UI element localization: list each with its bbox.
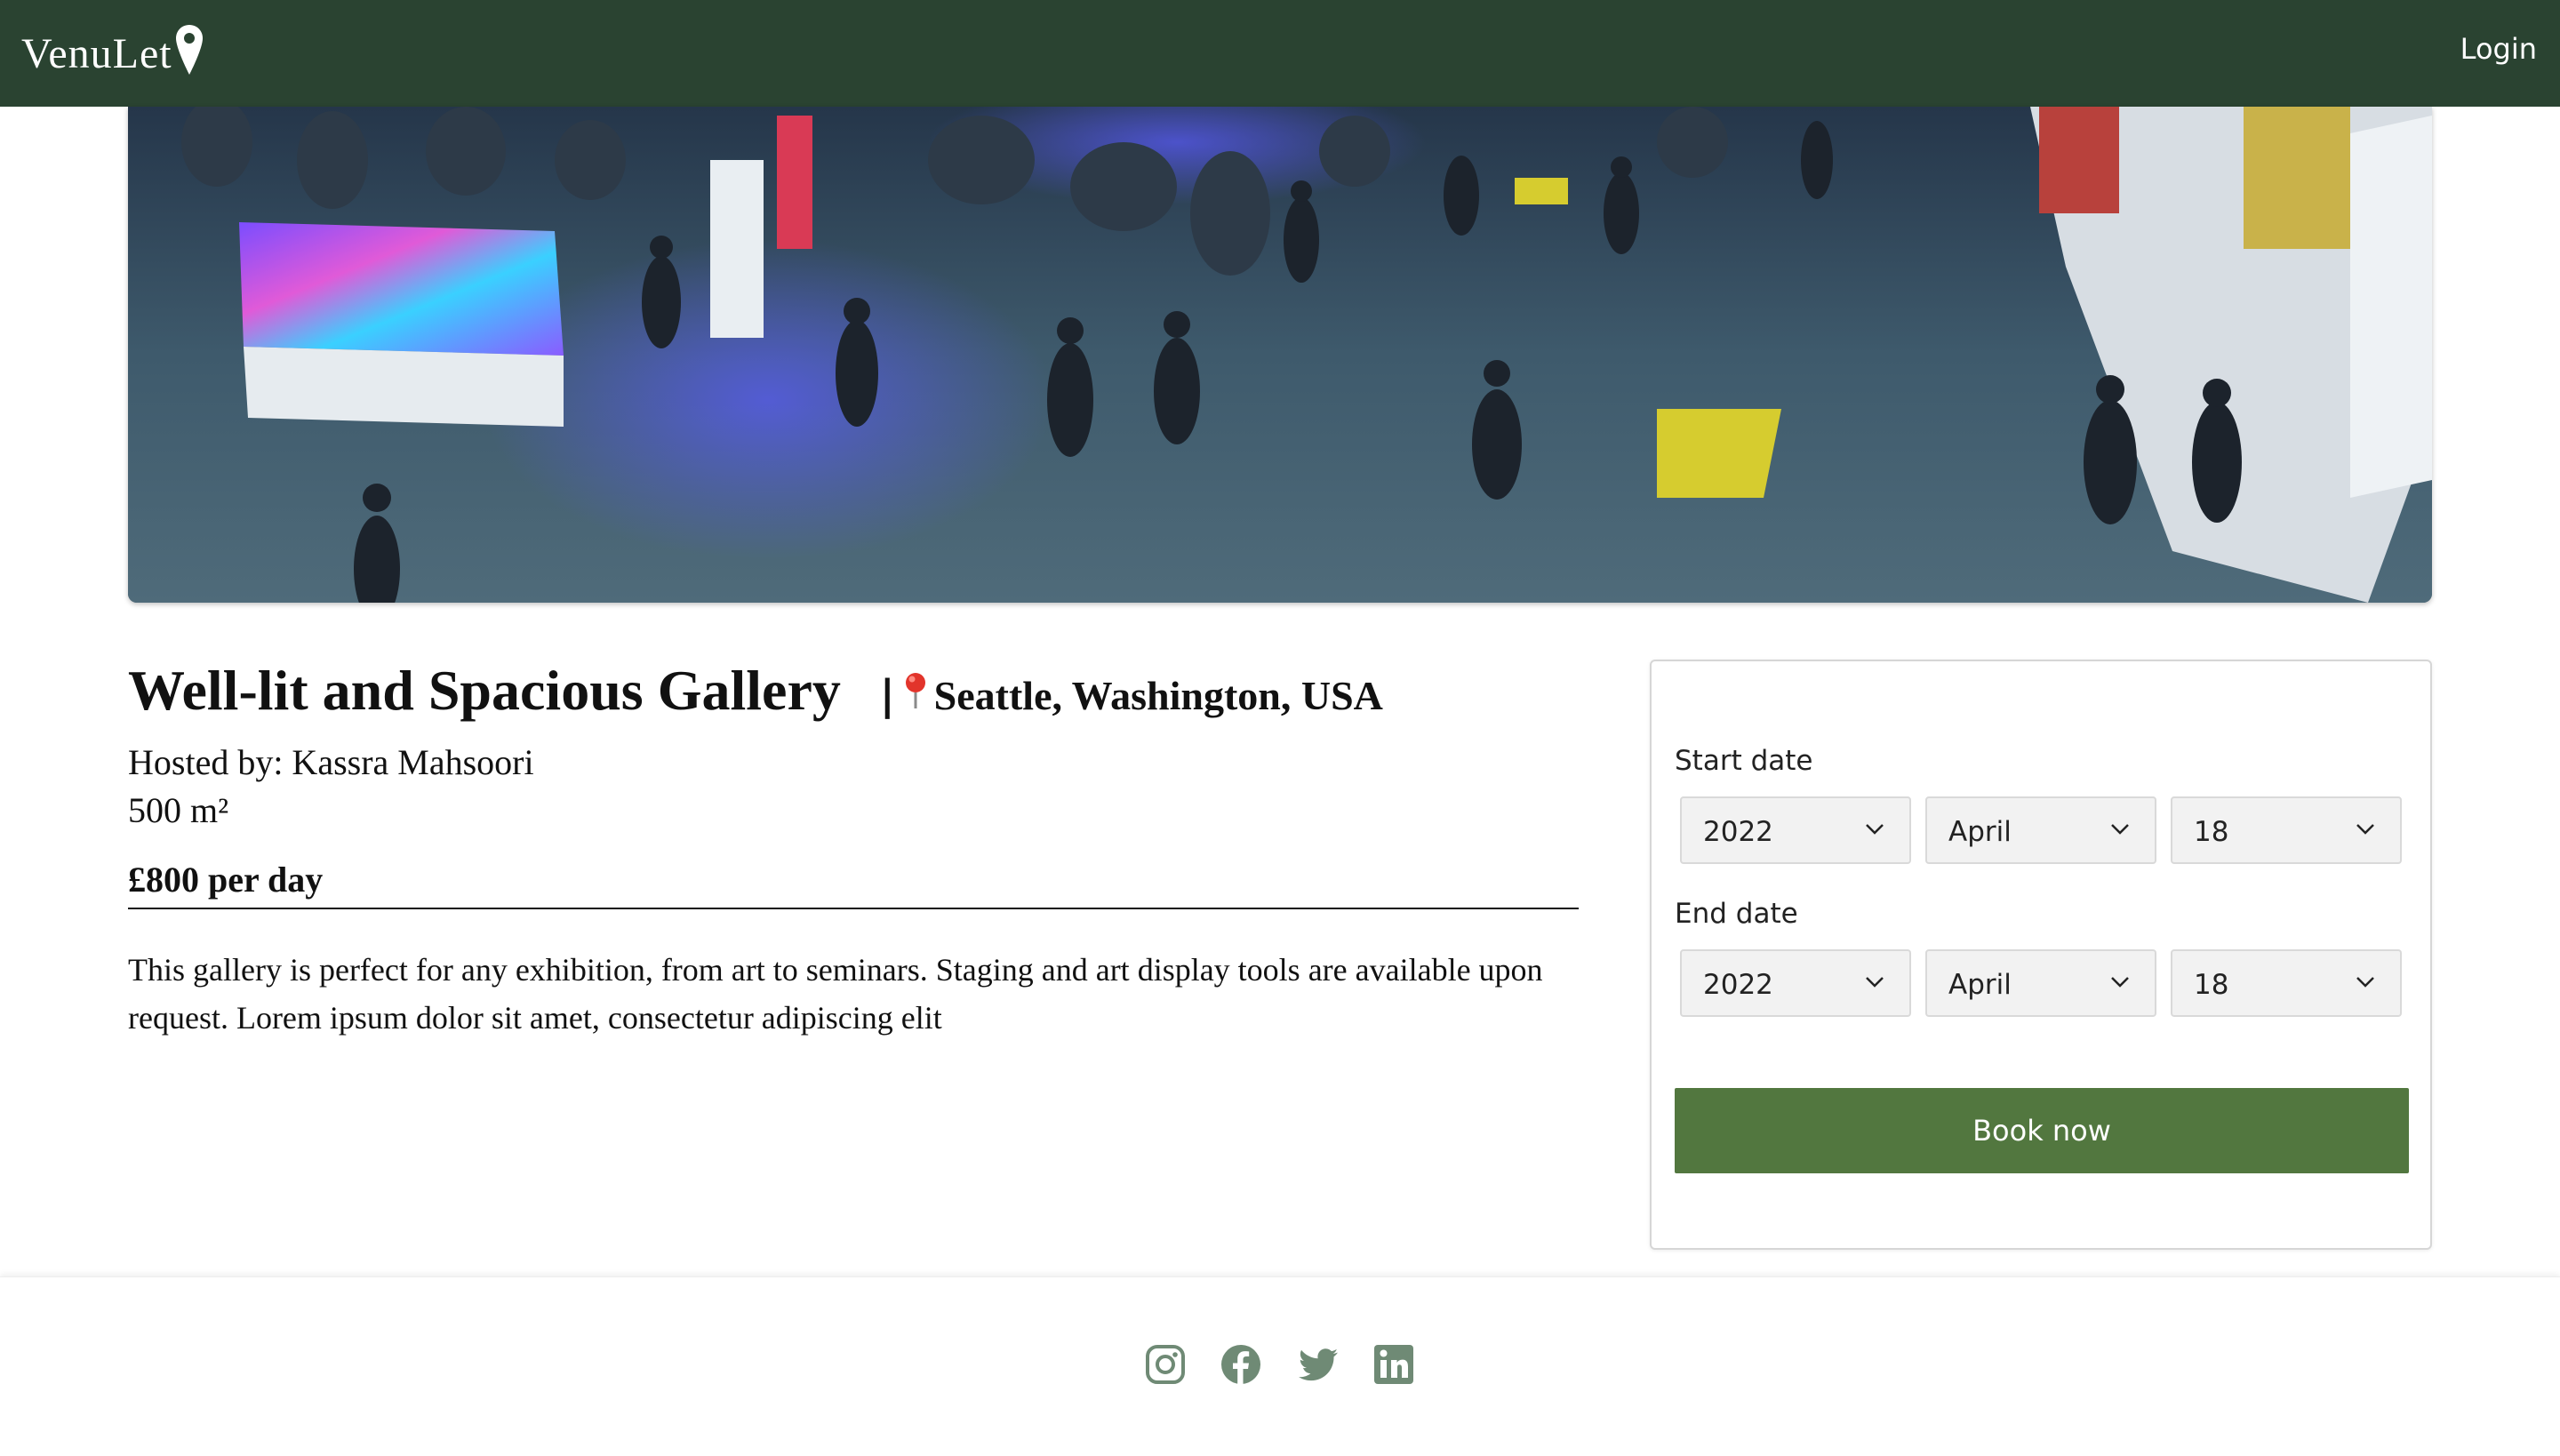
- start-year-value: 2022: [1703, 816, 1773, 848]
- venue-area: 500 m²: [128, 790, 229, 830]
- end-day-value: 18: [2194, 969, 2229, 1001]
- end-day-select[interactable]: 18: [2171, 949, 2402, 1017]
- end-date-label: End date: [1675, 898, 1798, 930]
- chevron-down-icon: [1866, 824, 1884, 835]
- divider: [128, 908, 1579, 909]
- end-year-value: 2022: [1703, 969, 1773, 1001]
- start-day-value: 18: [2194, 816, 2229, 848]
- login-link[interactable]: Login: [2460, 32, 2537, 66]
- logo-pin-icon: [175, 25, 203, 75]
- chevron-down-icon: [2111, 824, 2129, 835]
- start-year-select[interactable]: 2022: [1680, 796, 1911, 864]
- venue-description: This gallery is perfect for any exhibiti…: [128, 952, 1543, 1036]
- instagram-icon[interactable]: [1144, 1343, 1187, 1386]
- chevron-down-icon: [2111, 977, 2129, 988]
- book-now-button[interactable]: Book now: [1675, 1088, 2409, 1173]
- logo[interactable]: VenuLet: [21, 23, 204, 85]
- venue-price: £800 per day: [128, 860, 324, 900]
- end-month-select[interactable]: April: [1925, 949, 2156, 1017]
- end-month-value: April: [1948, 969, 2012, 1001]
- linkedin-icon[interactable]: [1372, 1343, 1415, 1386]
- title-separator: |: [879, 671, 895, 719]
- twitter-icon[interactable]: [1297, 1343, 1340, 1386]
- logo-text: VenuLet: [21, 30, 172, 77]
- venue-photo-illustration: [128, 107, 2432, 603]
- top-navbar: VenuLet Login: [0, 0, 2560, 107]
- start-month-value: April: [1948, 816, 2012, 848]
- venue-photo: [128, 107, 2432, 603]
- venue-host: Hosted by: Kassra Mahsoori: [128, 742, 534, 782]
- booking-card: Start date 2022 April 18 End date 2022 A…: [1650, 660, 2432, 1250]
- start-date-label: Start date: [1675, 745, 1813, 777]
- venue-location: Seattle, Washington, USA: [933, 673, 1383, 718]
- end-year-select[interactable]: 2022: [1680, 949, 1911, 1017]
- venue-title-row: Well-lit and Spacious Gallery | Seattle,…: [128, 658, 1383, 724]
- chevron-down-icon: [2356, 824, 2374, 835]
- chevron-down-icon: [1866, 977, 1884, 988]
- footer: [0, 1276, 2560, 1456]
- start-day-select[interactable]: 18: [2171, 796, 2402, 864]
- pin-icon: [905, 673, 925, 708]
- start-month-select[interactable]: April: [1925, 796, 2156, 864]
- chevron-down-icon: [2356, 977, 2374, 988]
- venue-title: Well-lit and Spacious Gallery: [128, 659, 841, 722]
- facebook-icon[interactable]: [1220, 1343, 1262, 1386]
